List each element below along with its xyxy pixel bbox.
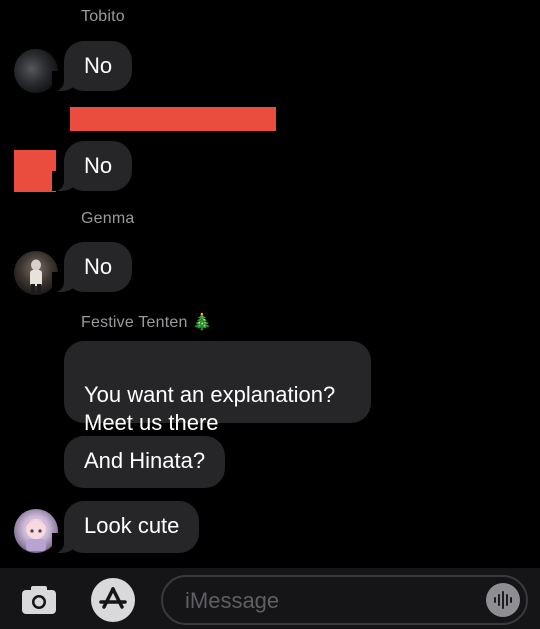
message-bubble[interactable]: You want an explanation? Meet us there (64, 341, 371, 435)
message-text: And Hinata? (84, 448, 206, 473)
app-store-button[interactable] (91, 578, 135, 622)
app-store-icon (99, 587, 127, 609)
sender-name-genma: Genma (81, 210, 135, 227)
message-bubble[interactable]: And Hinata? (64, 436, 226, 488)
message-bubble[interactable]: No (51, 242, 133, 292)
message-input-placeholder: iMessage (185, 588, 280, 613)
sender-name-festive-tenten: Festive Tenten 🎄 (81, 314, 213, 331)
redacted-avatar (14, 150, 56, 192)
message-text: No (84, 153, 113, 178)
voice-memo-icon (494, 591, 512, 609)
message-text: Look cute (84, 513, 180, 538)
camera-icon (22, 586, 56, 614)
message-bubble[interactable]: Look cute (51, 501, 200, 553)
message-text: You want an explanation? Meet us there (84, 382, 336, 435)
message-bubble[interactable]: No (51, 141, 133, 191)
camera-button[interactable] (20, 584, 58, 616)
message-input[interactable]: iMessage (161, 575, 528, 625)
redacted-sender-name (70, 107, 276, 131)
sender-name-tobito: Tobito (81, 8, 125, 25)
voice-memo-button[interactable] (486, 583, 520, 617)
message-text: No (84, 53, 113, 78)
message-bubble[interactable]: No (51, 41, 133, 91)
message-text: No (84, 254, 113, 279)
